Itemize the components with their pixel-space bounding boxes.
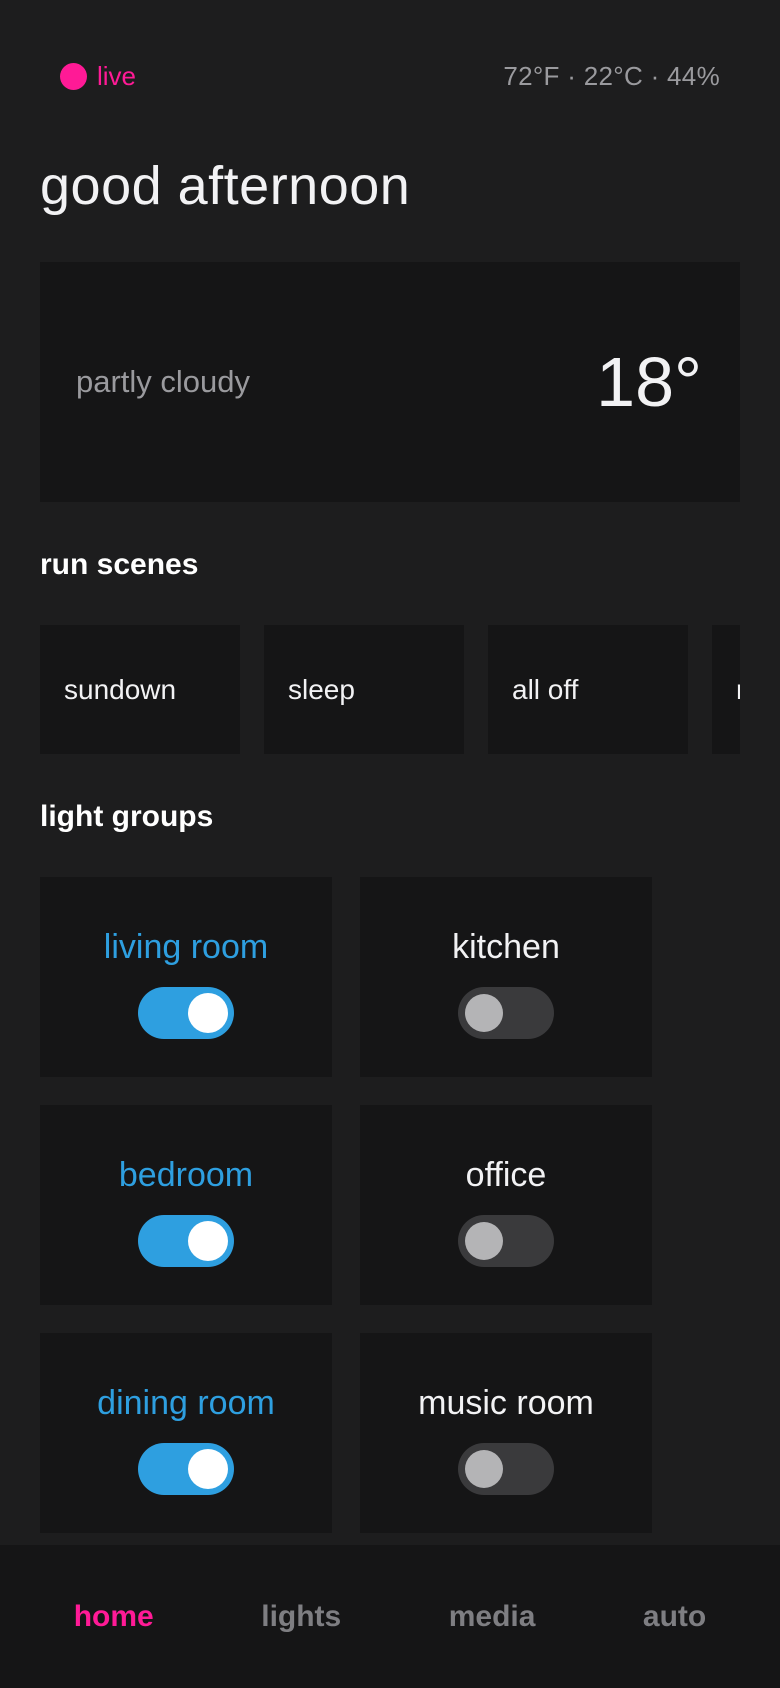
scene-button-sundown[interactable]: sundown — [40, 625, 240, 754]
group-label: office — [465, 1156, 547, 1194]
live-dot-icon — [60, 62, 87, 90]
weather-condition: partly cloudy — [76, 364, 251, 399]
scene-button-sleep[interactable]: sleep — [264, 625, 464, 754]
group-card-office[interactable]: office — [360, 1105, 652, 1305]
live-label: live — [97, 60, 137, 91]
nav-tab-home[interactable]: home — [74, 1600, 154, 1634]
group-toggle[interactable] — [458, 1215, 554, 1267]
nav-tab-auto[interactable]: auto — [643, 1600, 706, 1634]
nav-tab-lights[interactable]: lights — [261, 1600, 341, 1634]
group-toggle[interactable] — [458, 987, 554, 1039]
weather-card[interactable]: partly cloudy 18° — [40, 262, 740, 502]
toggle-knob — [465, 1450, 503, 1488]
group-label: music room — [418, 1384, 594, 1422]
group-card-living-room[interactable]: living room — [40, 877, 332, 1077]
group-toggle[interactable] — [458, 1443, 554, 1495]
bottom-navigation: home lights media auto — [0, 1545, 780, 1688]
group-label: living room — [103, 928, 269, 966]
group-toggle[interactable] — [138, 987, 234, 1039]
live-indicator: live — [60, 61, 136, 92]
greeting-title: good afternoon — [40, 156, 411, 216]
group-card-music-room[interactable]: music room — [360, 1333, 652, 1533]
home-screen: live 72°F · 22°C · 44% good afternoon pa… — [0, 0, 780, 1688]
toggle-knob — [188, 1449, 228, 1489]
nav-tab-media[interactable]: media — [449, 1600, 536, 1634]
group-card-kitchen[interactable]: kitchen — [360, 877, 652, 1077]
weather-temperature: 18° — [596, 343, 702, 421]
toggle-knob — [465, 994, 503, 1032]
group-label: dining room — [97, 1384, 275, 1422]
group-label: kitchen — [452, 928, 560, 966]
groups-section-title: light groups — [40, 800, 214, 833]
scene-button-morning[interactable]: morning — [712, 625, 740, 754]
light-groups-grid: living room kitchen bedroom office dinin… — [40, 877, 652, 1533]
scene-button-all-off[interactable]: all off — [488, 625, 688, 754]
scenes-carousel[interactable]: sundown sleep all off morning — [40, 625, 740, 754]
status-bar: live 72°F · 22°C · 44% — [60, 56, 720, 96]
group-label: bedroom — [118, 1156, 254, 1194]
group-toggle[interactable] — [138, 1443, 234, 1495]
group-card-dining-room[interactable]: dining room — [40, 1333, 332, 1533]
toggle-knob — [465, 1222, 503, 1260]
group-toggle[interactable] — [138, 1215, 234, 1267]
group-card-bedroom[interactable]: bedroom — [40, 1105, 332, 1305]
toggle-knob — [188, 1221, 228, 1261]
scenes-section-title: run scenes — [40, 548, 199, 581]
toggle-knob — [188, 993, 228, 1033]
environment-readout: 72°F · 22°C · 44% — [503, 60, 720, 91]
